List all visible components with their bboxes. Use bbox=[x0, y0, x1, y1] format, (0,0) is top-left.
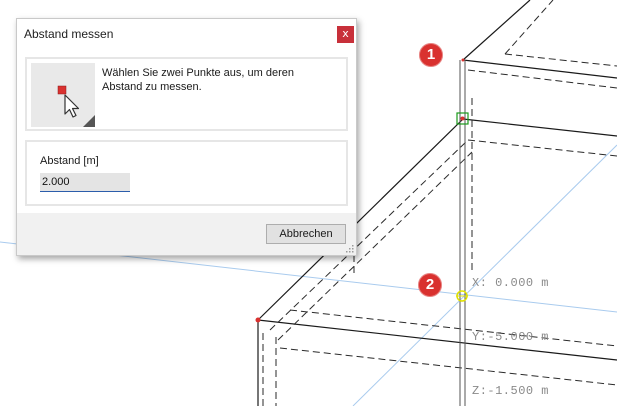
marker-2-badge: 2 bbox=[418, 273, 442, 297]
coord-y: Y:-5.000 m bbox=[472, 330, 550, 344]
node-point bbox=[255, 317, 261, 323]
distance-panel-inner: Abstand [m] bbox=[27, 142, 346, 204]
coord-x: X: 0.000 m bbox=[472, 276, 550, 290]
cancel-button[interactable]: Abbrechen bbox=[266, 224, 346, 244]
close-button[interactable]: x bbox=[337, 26, 354, 43]
dialog-titlebar[interactable]: Abstand messen x bbox=[17, 19, 356, 49]
instruction-panel-inner: Wählen Sie zwei Punkte aus, um deren Abs… bbox=[27, 59, 346, 129]
snap-point-red bbox=[460, 116, 465, 121]
dialog-title: Abstand messen bbox=[24, 27, 114, 41]
coordinate-readout: X: 0.000 m Y:-5.000 m Z:-1.500 m bbox=[472, 238, 549, 418]
marker-1-badge: 1 bbox=[419, 43, 443, 67]
resize-grip-icon[interactable] bbox=[344, 243, 354, 253]
coord-z: Z:-1.500 m bbox=[472, 384, 550, 398]
measure-distance-dialog: Abstand messen x Wählen Sie zwei Punkte … bbox=[16, 18, 357, 256]
distance-panel: Abstand [m] bbox=[25, 140, 348, 206]
dialog-footer: Abbrechen bbox=[17, 213, 356, 255]
distance-label: Abstand [m] bbox=[40, 155, 99, 167]
node-point bbox=[461, 58, 465, 62]
model-column bbox=[459, 60, 466, 406]
instruction-panel: Wählen Sie zwei Punkte aus, um deren Abs… bbox=[25, 57, 348, 131]
pick-point-cursor-icon bbox=[31, 63, 95, 127]
instruction-text: Wählen Sie zwei Punkte aus, um deren Abs… bbox=[102, 67, 294, 93]
distance-field[interactable] bbox=[40, 173, 130, 192]
